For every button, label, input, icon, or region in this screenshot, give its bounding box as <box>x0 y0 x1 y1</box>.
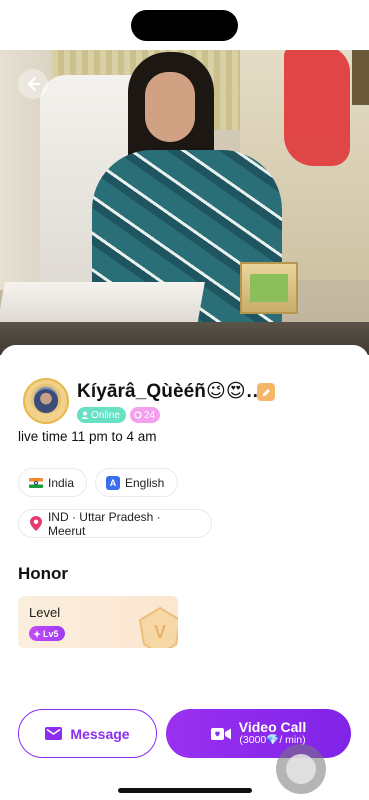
home-indicator[interactable] <box>118 788 252 793</box>
age-badge: 24 <box>130 407 161 423</box>
location-pin-icon <box>29 516 43 532</box>
edit-icon[interactable] <box>257 383 275 401</box>
live-time-text: live time 11 pm to 4 am <box>18 429 157 444</box>
location-label: IND · Uttar Pradesh · Meerut <box>47 509 161 538</box>
country-label: India <box>48 475 75 490</box>
video-call-button[interactable]: Video Call (3000💎/ min) <box>166 709 351 758</box>
country-chip: India <box>18 468 87 497</box>
level-badge-label: Lv5 <box>43 628 59 639</box>
online-label: Online <box>91 409 120 421</box>
age-value: 24 <box>144 409 156 421</box>
shield-letter: V <box>154 622 166 642</box>
honor-title: Honor <box>18 564 69 583</box>
message-button[interactable]: Message <box>18 709 157 758</box>
message-icon <box>45 727 63 740</box>
online-badge: Online <box>77 407 126 423</box>
dynamic-island <box>131 10 238 41</box>
profile-photo <box>0 50 369 355</box>
language-icon: A <box>106 475 120 490</box>
message-label: Message <box>70 725 130 742</box>
language-label: English <box>125 475 165 490</box>
india-flag-icon <box>29 477 43 488</box>
age-icon <box>134 411 142 419</box>
profile-name: Kíyārâ_Qùèéñ😉😍… <box>77 381 265 402</box>
back-arrow-icon <box>27 76 41 92</box>
back-button[interactable] <box>18 69 48 99</box>
language-chip: A English <box>95 468 178 497</box>
level-badge: Lv5 <box>29 626 65 641</box>
location-chip: IND · Uttar Pradesh · Meerut <box>18 509 212 538</box>
level-shield-icon: V <box>138 606 178 648</box>
profile-screen: Kíyārâ_Qùèéñ😉😍… Online 24 live time 11 p… <box>0 0 369 800</box>
redaction-mark <box>284 50 350 166</box>
level-label: Level <box>29 605 61 620</box>
user-icon <box>81 411 89 419</box>
floating-assistive-button[interactable] <box>276 744 326 794</box>
avatar[interactable] <box>23 378 69 424</box>
level-card[interactable]: Level Lv5 V <box>18 596 178 648</box>
video-call-label: Video Call <box>238 719 307 736</box>
video-call-icon <box>210 727 231 740</box>
